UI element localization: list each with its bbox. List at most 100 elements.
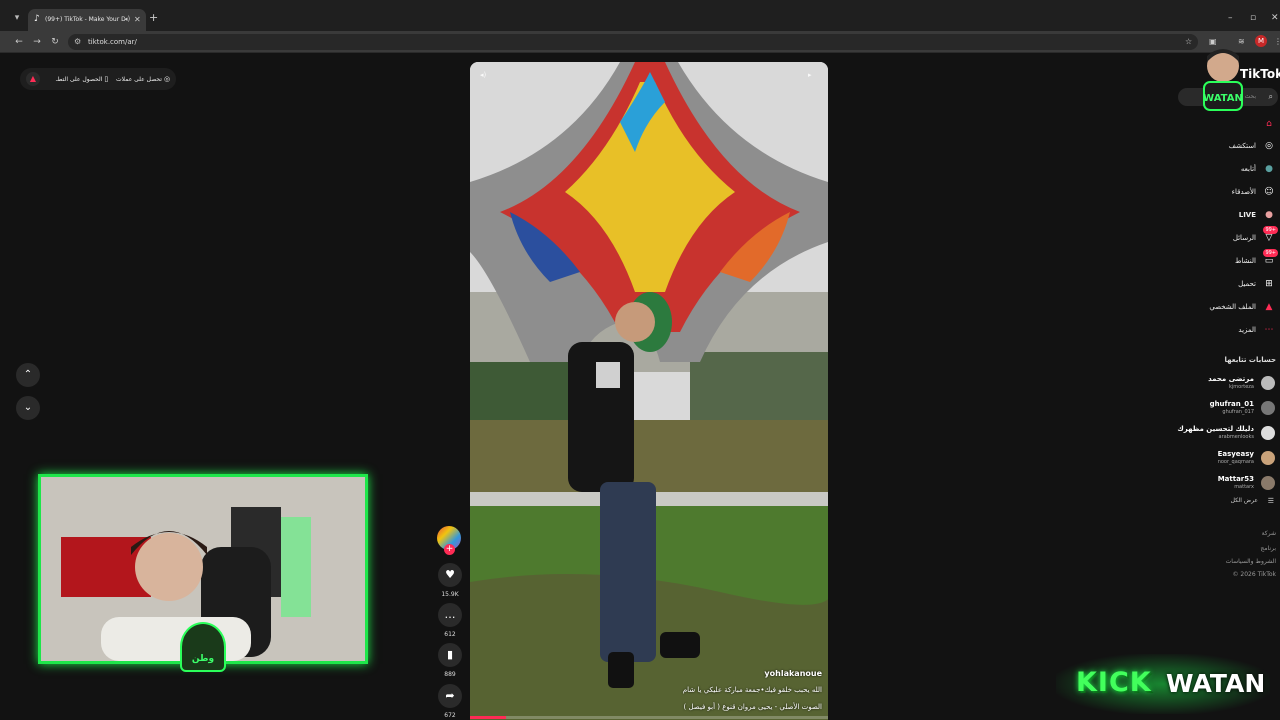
- coin-icon: ◎: [163, 75, 171, 83]
- account-handle: ghufran_017: [1222, 409, 1254, 415]
- menu-icon[interactable]: ⋮: [1274, 36, 1280, 48]
- nav-item-messages[interactable]: الرسائل ▽ 99+: [1120, 226, 1278, 246]
- following-account[interactable]: ghufran_01 ghufran_017: [1150, 399, 1278, 423]
- nav-item-compass[interactable]: استكشف ◎: [1120, 138, 1278, 154]
- account-handle: arabmenlooks: [1218, 434, 1254, 440]
- nav-item-profile[interactable]: الملف الشخصي ▲: [1120, 299, 1278, 315]
- upload-icon: ⊞: [1265, 279, 1273, 289]
- video-caption: الله يحبب خلقو فيك•جمعة مباركة عليكي يا …: [682, 686, 822, 694]
- nav-label: تحميل: [1238, 280, 1256, 288]
- share-button[interactable]: ➦: [438, 684, 462, 708]
- video-sound[interactable]: الصوت الأصلي - يحيى مروان قنوع ( أبو فيص…: [470, 701, 822, 713]
- list-icon: ☰: [1267, 497, 1274, 505]
- kick-word: KICK: [1076, 667, 1152, 698]
- nav-label: LIVE: [1238, 211, 1256, 219]
- nav-label: الملف الشخصي: [1209, 303, 1256, 311]
- forward-icon[interactable]: →: [31, 35, 43, 49]
- account-handle: noor_qaqmara: [1217, 459, 1254, 465]
- see-all-label: عرض الكل: [1230, 497, 1258, 504]
- account-handle: kjmorteza: [1229, 384, 1254, 390]
- new-tab-icon[interactable]: +: [149, 12, 158, 24]
- get-app-button[interactable]: ▯الحصول على التطـ: [56, 71, 108, 88]
- video-frame: [470, 62, 828, 720]
- browser-toolbar: ← → ↻ ⚙ tiktok.com/ar/ ☆ ▣ ≋ M ⋮: [0, 31, 1280, 53]
- tiktok-logo-icon[interactable]: ▲: [26, 72, 40, 86]
- video-player[interactable]: ◂) ▸ yohlakanoue الله يحبب خلقو فيك•جمعة…: [470, 62, 828, 720]
- nav-for-you[interactable]: ⌂: [1120, 116, 1278, 132]
- following-account[interactable]: Easyeasy noor_qaqmara: [1150, 449, 1278, 473]
- close-tab-icon[interactable]: ✕: [134, 14, 141, 25]
- tiktok-icon: ♪: [34, 14, 40, 24]
- site-info-icon[interactable]: ⚙: [74, 36, 81, 48]
- video-progress-fill: [470, 716, 506, 719]
- save-button[interactable]: ▮: [438, 643, 462, 667]
- nav-label: استكشف: [1228, 142, 1256, 150]
- nav-label: الأصدقاء: [1231, 188, 1256, 196]
- streamer-emblem: وطن: [180, 622, 226, 672]
- video-author[interactable]: yohlakanoue: [470, 668, 822, 680]
- bookmark-star-icon[interactable]: ☆: [1185, 36, 1192, 48]
- notification-badge: 99+: [1263, 249, 1278, 257]
- previous-video-button[interactable]: ⌃: [16, 363, 40, 387]
- avatar: [1261, 426, 1275, 440]
- notification-badge: 99+: [1263, 226, 1278, 234]
- footer-program[interactable]: برنامج: [1260, 544, 1276, 554]
- back-icon[interactable]: ←: [13, 35, 25, 49]
- nav-label: أتابعه: [1240, 165, 1256, 173]
- audio-icon[interactable]: ◂): [124, 14, 130, 25]
- url-text: tiktok.com/ar/: [88, 38, 137, 46]
- address-bar[interactable]: ⚙ tiktok.com/ar/: [68, 34, 1198, 50]
- nav-item-live[interactable]: LIVE ●: [1120, 207, 1278, 223]
- more-options-icon[interactable]: ▸: [808, 70, 812, 80]
- nav-item-more[interactable]: المزيد ⋯: [1120, 322, 1278, 338]
- account-handle: mattarx: [1234, 484, 1254, 490]
- nav-item-activity[interactable]: النشاط ▭ 99+: [1120, 249, 1278, 269]
- avatar-icon: ●: [1265, 164, 1273, 174]
- following-account[interactable]: مرتضى محمد kjmorteza: [1150, 374, 1278, 398]
- profile-avatar[interactable]: M: [1255, 35, 1267, 47]
- like-count: 15.9K: [441, 591, 459, 598]
- avatar: [1261, 401, 1275, 415]
- nav-label: المزيد: [1238, 326, 1256, 334]
- nav-item-friends[interactable]: الأصدقاء ☺: [1120, 184, 1278, 200]
- comment-button[interactable]: …: [438, 603, 462, 627]
- maximize-icon[interactable]: ▫: [1250, 12, 1256, 24]
- footer-terms[interactable]: الشروط والسياسات: [1226, 557, 1276, 567]
- following-account[interactable]: دليلك لتحسين مظهرك arabmenlooks: [1150, 424, 1278, 448]
- reload-icon[interactable]: ↻: [49, 35, 61, 49]
- nav-label: الرسائل: [1232, 234, 1256, 242]
- like-button[interactable]: ♥: [438, 563, 462, 587]
- close-window-icon[interactable]: ✕: [1271, 12, 1279, 24]
- compass-icon: ◎: [1265, 141, 1273, 151]
- footer-company[interactable]: شركة: [1262, 529, 1276, 539]
- save-count: 889: [444, 671, 456, 678]
- top-actions: ▲ ▯الحصول على التطـ ◎تحصل على عملات: [20, 68, 176, 90]
- following-header: حسابات تتابعها: [1224, 356, 1276, 364]
- comment-count: 612: [444, 631, 456, 638]
- nav-item-upload[interactable]: تحميل ⊞: [1120, 276, 1278, 292]
- get-coins-button[interactable]: ◎تحصل على عملات: [116, 71, 170, 88]
- follow-icon[interactable]: +: [444, 544, 455, 555]
- kick-channel-name: WATAN: [1166, 669, 1266, 698]
- more-icon: ⋯: [1264, 325, 1274, 335]
- webcam-overlay: وطن: [38, 474, 368, 692]
- volume-icon[interactable]: ◂): [480, 70, 486, 80]
- minimize-icon[interactable]: –: [1228, 12, 1233, 24]
- streamer-badge: WATAN: [1203, 49, 1243, 111]
- home-icon: ⌂: [1266, 119, 1272, 129]
- search-icon[interactable]: ⌕: [1269, 91, 1273, 103]
- screen: ▾ ♪ (99+) TikTok - Make Your Day ◂) ✕ + …: [0, 0, 1280, 720]
- video-progress[interactable]: [470, 716, 828, 719]
- streamer-badge-text: WATAN: [1203, 93, 1243, 104]
- next-video-button[interactable]: ⌄: [16, 396, 40, 420]
- tab-search-icon[interactable]: ▾: [10, 11, 24, 25]
- browser-tab[interactable]: ♪ (99+) TikTok - Make Your Day ◂) ✕: [28, 9, 146, 31]
- avatar: [1261, 451, 1275, 465]
- browser-titlebar: ▾ ♪ (99+) TikTok - Make Your Day ◂) ✕ + …: [0, 0, 1280, 31]
- tiktok-page: ▲ ▯الحصول على التطـ ◎تحصل على عملات ⌃ ⌄: [0, 49, 1280, 720]
- friends-icon: ☺: [1264, 187, 1274, 197]
- phone-icon: ▯: [104, 75, 109, 83]
- footer-copyright: © 2026 TikTok: [1232, 571, 1277, 578]
- nav-item-avatar[interactable]: أتابعه ●: [1120, 161, 1278, 177]
- see-all-button[interactable]: عرض الكل ☰: [1196, 495, 1276, 507]
